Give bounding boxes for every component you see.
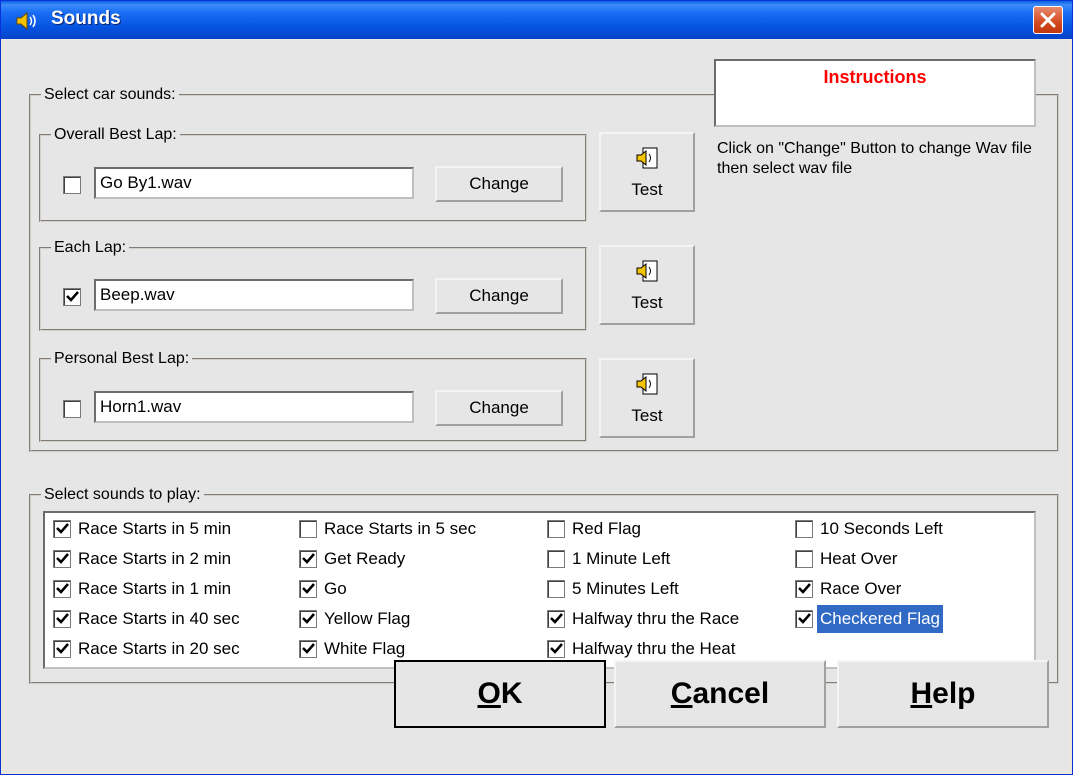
- title-bar[interactable]: Sounds: [1, 1, 1072, 39]
- sound-label: Race Starts in 1 min: [78, 579, 232, 598]
- checkmark-icon: [302, 583, 315, 594]
- sound-checkbox[interactable]: [795, 520, 813, 538]
- cancel-button[interactable]: Cancel: [614, 660, 826, 728]
- sound-checkbox[interactable]: [795, 580, 813, 598]
- each-lap-checkbox[interactable]: [63, 288, 81, 306]
- personal-best-lap-label: Personal Best Lap:: [51, 350, 193, 368]
- ok-button[interactable]: OK: [394, 660, 606, 728]
- sound-label: Halfway thru the Heat: [572, 639, 736, 658]
- help-rest: elp: [932, 677, 976, 710]
- sound-checkbox[interactable]: [795, 610, 813, 628]
- sound-label: Halfway thru the Race: [572, 609, 740, 628]
- sound-label: Checkered Flag: [817, 605, 944, 633]
- close-icon: [1040, 12, 1056, 28]
- sound-checkbox[interactable]: [299, 640, 317, 658]
- sound-checkbox[interactable]: [547, 520, 565, 538]
- checkmark-icon: [56, 553, 69, 564]
- sound-checkbox[interactable]: [53, 520, 71, 538]
- sound-label: Race Starts in 20 sec: [78, 639, 240, 658]
- overall-best-lap-file-field[interactable]: Go By1.wav: [94, 167, 414, 199]
- each-lap-label: Each Lap:: [51, 239, 130, 257]
- sound-label: Red Flag: [572, 519, 641, 538]
- sound-file-icon: [636, 260, 658, 282]
- sound-label: 5 Minutes Left: [572, 579, 679, 598]
- each-lap-change-button[interactable]: Change: [435, 278, 563, 314]
- sound-label: White Flag: [324, 639, 406, 658]
- play-sounds-group-label: Select sounds to play:: [41, 486, 204, 504]
- sound-checkbox[interactable]: [547, 640, 565, 658]
- personal-best-lap-change-button[interactable]: Change: [435, 390, 563, 426]
- checkmark-icon: [302, 613, 315, 624]
- test-label: Test: [631, 180, 663, 199]
- sound-file-icon: [636, 147, 658, 169]
- overall-best-lap-test-button[interactable]: Test: [599, 132, 695, 212]
- car-sounds-group-label: Select car sounds:: [41, 86, 179, 104]
- test-label: Test: [631, 406, 663, 425]
- sound-checkbox[interactable]: [299, 550, 317, 568]
- sound-label: Race Starts in 5 min: [78, 519, 232, 538]
- test-label: Test: [631, 293, 663, 312]
- sound-checkbox[interactable]: [53, 550, 71, 568]
- sound-checkbox[interactable]: [795, 550, 813, 568]
- sounds-to-play-list[interactable]: Race Starts in 5 min Race Starts in 2 min…: [43, 511, 1036, 669]
- sound-checkbox[interactable]: [299, 520, 317, 538]
- overall-best-lap-change-button[interactable]: Change: [435, 166, 563, 202]
- checkmark-icon: [550, 643, 563, 654]
- personal-best-lap-test-button[interactable]: Test: [599, 358, 695, 438]
- sound-checkbox[interactable]: [299, 580, 317, 598]
- sound-checkbox[interactable]: [547, 610, 565, 628]
- help-button[interactable]: Help: [837, 660, 1049, 728]
- cancel-rest: ancel: [692, 677, 770, 710]
- sound-checkbox[interactable]: [547, 580, 565, 598]
- sound-label: Heat Over: [820, 549, 898, 568]
- checkmark-icon: [302, 553, 315, 564]
- sound-label: Race Starts in 2 min: [78, 549, 232, 568]
- checkmark-icon: [56, 613, 69, 624]
- checkmark-icon: [56, 643, 69, 654]
- ok-rest: K: [500, 677, 523, 710]
- sounds-dialog: Sounds Select car sounds: Overall Best L…: [0, 0, 1073, 775]
- each-lap-test-button[interactable]: Test: [599, 245, 695, 325]
- sound-checkbox[interactable]: [53, 580, 71, 598]
- checkmark-icon: [66, 291, 79, 302]
- overall-best-lap-checkbox[interactable]: [63, 176, 81, 194]
- close-button[interactable]: [1033, 6, 1063, 34]
- sound-checkbox[interactable]: [299, 610, 317, 628]
- overall-best-lap-label: Overall Best Lap:: [51, 126, 180, 144]
- sound-checkbox[interactable]: [53, 640, 71, 658]
- sound-label: Race Starts in 5 sec: [324, 519, 477, 538]
- each-lap-file-field[interactable]: Beep.wav: [94, 279, 414, 311]
- checkmark-icon: [798, 613, 811, 624]
- sound-checkbox[interactable]: [547, 550, 565, 568]
- speaker-icon: [16, 11, 36, 31]
- instructions-text: Click on "Change" Button to change Wav f…: [717, 140, 1032, 177]
- window-title: Sounds: [51, 8, 121, 29]
- instructions-title: Instructions: [823, 67, 927, 87]
- personal-best-lap-checkbox[interactable]: [63, 400, 81, 418]
- sound-label: Get Ready: [324, 549, 406, 568]
- help-accel: H: [910, 677, 933, 710]
- personal-best-lap-file-field[interactable]: Horn1.wav: [94, 391, 414, 423]
- sound-file-icon: [636, 373, 658, 395]
- sound-label: Go: [324, 579, 347, 598]
- checkmark-icon: [56, 523, 69, 534]
- sound-label: 1 Minute Left: [572, 549, 671, 568]
- sound-label: Race Starts in 40 sec: [78, 609, 240, 628]
- sound-label: 10 Seconds Left: [820, 519, 943, 538]
- checkmark-icon: [56, 583, 69, 594]
- checkmark-icon: [302, 643, 315, 654]
- sound-label: Yellow Flag: [324, 609, 411, 628]
- checkmark-icon: [550, 613, 563, 624]
- ok-accel: O: [477, 677, 501, 710]
- cancel-accel: C: [670, 677, 693, 710]
- checkmark-icon: [798, 583, 811, 594]
- sound-checkbox[interactable]: [53, 610, 71, 628]
- instructions-box: Instructions: [714, 59, 1036, 127]
- sound-label: Race Over: [820, 579, 902, 598]
